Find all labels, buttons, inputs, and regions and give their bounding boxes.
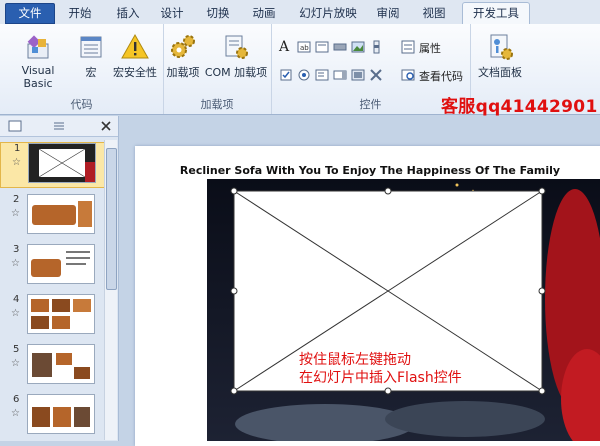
thumbnail-image xyxy=(27,194,95,234)
addins-label: 加载项 xyxy=(166,66,200,79)
panel-header xyxy=(0,116,118,137)
document-panel-label: 文档面板 xyxy=(478,66,522,79)
label-control-icon[interactable]: A xyxy=(279,40,293,54)
outline-tab-icon[interactable] xyxy=(52,120,66,132)
properties-button[interactable]: 属性 xyxy=(401,39,467,55)
macros-button[interactable]: 宏 xyxy=(76,32,106,80)
warning-icon xyxy=(121,33,149,59)
visual-basic-label: Visual Basic xyxy=(21,64,55,90)
slide[interactable]: Recliner Sofa With You To Enjoy The Happ… xyxy=(135,146,600,446)
macro-security-label: 宏安全性 xyxy=(113,66,157,79)
slide-thumbnail-3[interactable]: 3 ☆ xyxy=(0,244,104,290)
frame-control-icon[interactable] xyxy=(315,40,329,54)
slide-thumbnail-6[interactable]: 6 ☆ xyxy=(0,394,104,440)
tab-home[interactable]: 开始 xyxy=(62,4,98,22)
togglebutton-control-icon[interactable] xyxy=(351,68,365,82)
slide-title: Recliner Sofa With You To Enjoy The Happ… xyxy=(179,164,561,177)
thumbnail-image xyxy=(27,394,95,434)
star-icon: ☆ xyxy=(11,208,20,219)
slides-tab-icon[interactable] xyxy=(8,120,22,132)
visual-basic-button[interactable]: Visual Basic xyxy=(6,32,70,90)
tab-slideshow[interactable]: 幻灯片放映 xyxy=(296,4,360,22)
slide-thumbnail-5[interactable]: 5 ☆ xyxy=(0,344,104,390)
instruction-line-2: 在幻灯片中插入Flash控件 xyxy=(299,370,462,386)
thumbnail-image xyxy=(28,143,96,183)
star-icon: ☆ xyxy=(12,157,21,168)
optionbutton-control-icon[interactable] xyxy=(297,68,311,82)
slide-number: 4 xyxy=(13,294,20,305)
star-icon: ☆ xyxy=(11,408,20,419)
image-control-icon[interactable] xyxy=(351,40,365,54)
view-code-icon xyxy=(401,69,415,81)
commandbutton-control-icon[interactable] xyxy=(333,40,347,54)
thumbnail-image xyxy=(27,244,95,284)
com-addins-label: COM 加载项 xyxy=(204,66,268,79)
thumbnail-image xyxy=(27,294,95,334)
tab-developer[interactable]: 开发工具 xyxy=(462,2,530,25)
addins-group: 加载项 COM 加载项 加载项 xyxy=(163,24,272,114)
watermark-text: 客服qq41442901 xyxy=(441,97,598,117)
addins-group-label: 加载项 xyxy=(200,98,234,111)
gears-icon xyxy=(171,35,195,58)
slide-number: 2 xyxy=(13,194,20,205)
addins-button[interactable]: 加载项 xyxy=(165,32,201,80)
more-controls-icon[interactable] xyxy=(369,68,383,82)
tab-design[interactable]: 设计 xyxy=(154,4,190,22)
instruction-line-1: 按住鼠标左键拖动 xyxy=(299,352,411,368)
slide-thumbnail-4[interactable]: 4 ☆ xyxy=(0,294,104,340)
star-icon: ☆ xyxy=(11,358,20,369)
slide-number: 5 xyxy=(13,344,20,355)
view-code-button[interactable]: 查看代码 xyxy=(401,67,467,83)
textbox-control-icon[interactable]: ab xyxy=(297,40,311,54)
thumbnail-image xyxy=(27,344,95,384)
slide-number: 3 xyxy=(13,244,20,255)
instruction-text: 按住鼠标左键拖动 在幻灯片中插入Flash控件 xyxy=(299,351,462,387)
slide-number: 1 xyxy=(14,143,21,154)
thumbnail-scrollbar[interactable] xyxy=(104,140,117,440)
star-icon: ☆ xyxy=(11,258,20,269)
macros-label: 宏 xyxy=(85,66,97,79)
com-addins-button[interactable]: COM 加载项 xyxy=(203,32,269,80)
properties-label: 属性 xyxy=(419,42,441,55)
tab-file[interactable]: 文件 xyxy=(5,3,55,24)
checkbox-control-icon[interactable] xyxy=(279,68,293,82)
scrollbar-thumb[interactable] xyxy=(106,148,117,290)
tab-transitions[interactable]: 切换 xyxy=(200,4,236,22)
tab-view[interactable]: 视图 xyxy=(416,4,452,22)
document-panel-icon xyxy=(490,34,513,60)
view-code-label: 查看代码 xyxy=(419,70,463,83)
slide-thumbnail-2[interactable]: 2 ☆ xyxy=(0,194,104,240)
macro-security-button[interactable]: 宏安全性 xyxy=(110,32,160,80)
slide-number: 6 xyxy=(13,394,20,405)
visual-basic-icon xyxy=(27,35,49,59)
scrollbar-control-icon[interactable] xyxy=(369,40,383,54)
slide-thumbnail-1[interactable]: 1 ☆ xyxy=(0,142,106,188)
combobox-control-icon[interactable] xyxy=(333,68,347,82)
com-addins-icon xyxy=(225,35,248,59)
svg-text:ab: ab xyxy=(300,44,309,52)
listbox-control-icon[interactable] xyxy=(315,68,329,82)
tab-review[interactable]: 审阅 xyxy=(370,4,406,22)
close-icon[interactable] xyxy=(100,120,112,132)
star-icon: ☆ xyxy=(11,308,20,319)
document-panel-button[interactable]: 文档面板 xyxy=(474,32,526,80)
code-group-label: 代码 xyxy=(70,98,93,111)
tab-animations[interactable]: 动画 xyxy=(246,4,282,22)
properties-icon xyxy=(401,40,415,54)
macros-icon xyxy=(80,36,102,58)
ribbon-tab-bar: 文件 开始 插入 设计 切换 动画 幻灯片放映 审阅 视图 开发工具 xyxy=(0,0,600,25)
tab-insert[interactable]: 插入 xyxy=(110,4,146,22)
slide-canvas: Recliner Sofa With You To Enjoy The Happ… xyxy=(119,116,600,446)
slide-thumbnail-panel: 1 ☆ 2 ☆ 3 ☆ 4 ☆ 5 ☆ 6 ☆ xyxy=(0,116,119,441)
code-group: Visual Basic 宏 宏安全性 代码 xyxy=(0,24,164,114)
